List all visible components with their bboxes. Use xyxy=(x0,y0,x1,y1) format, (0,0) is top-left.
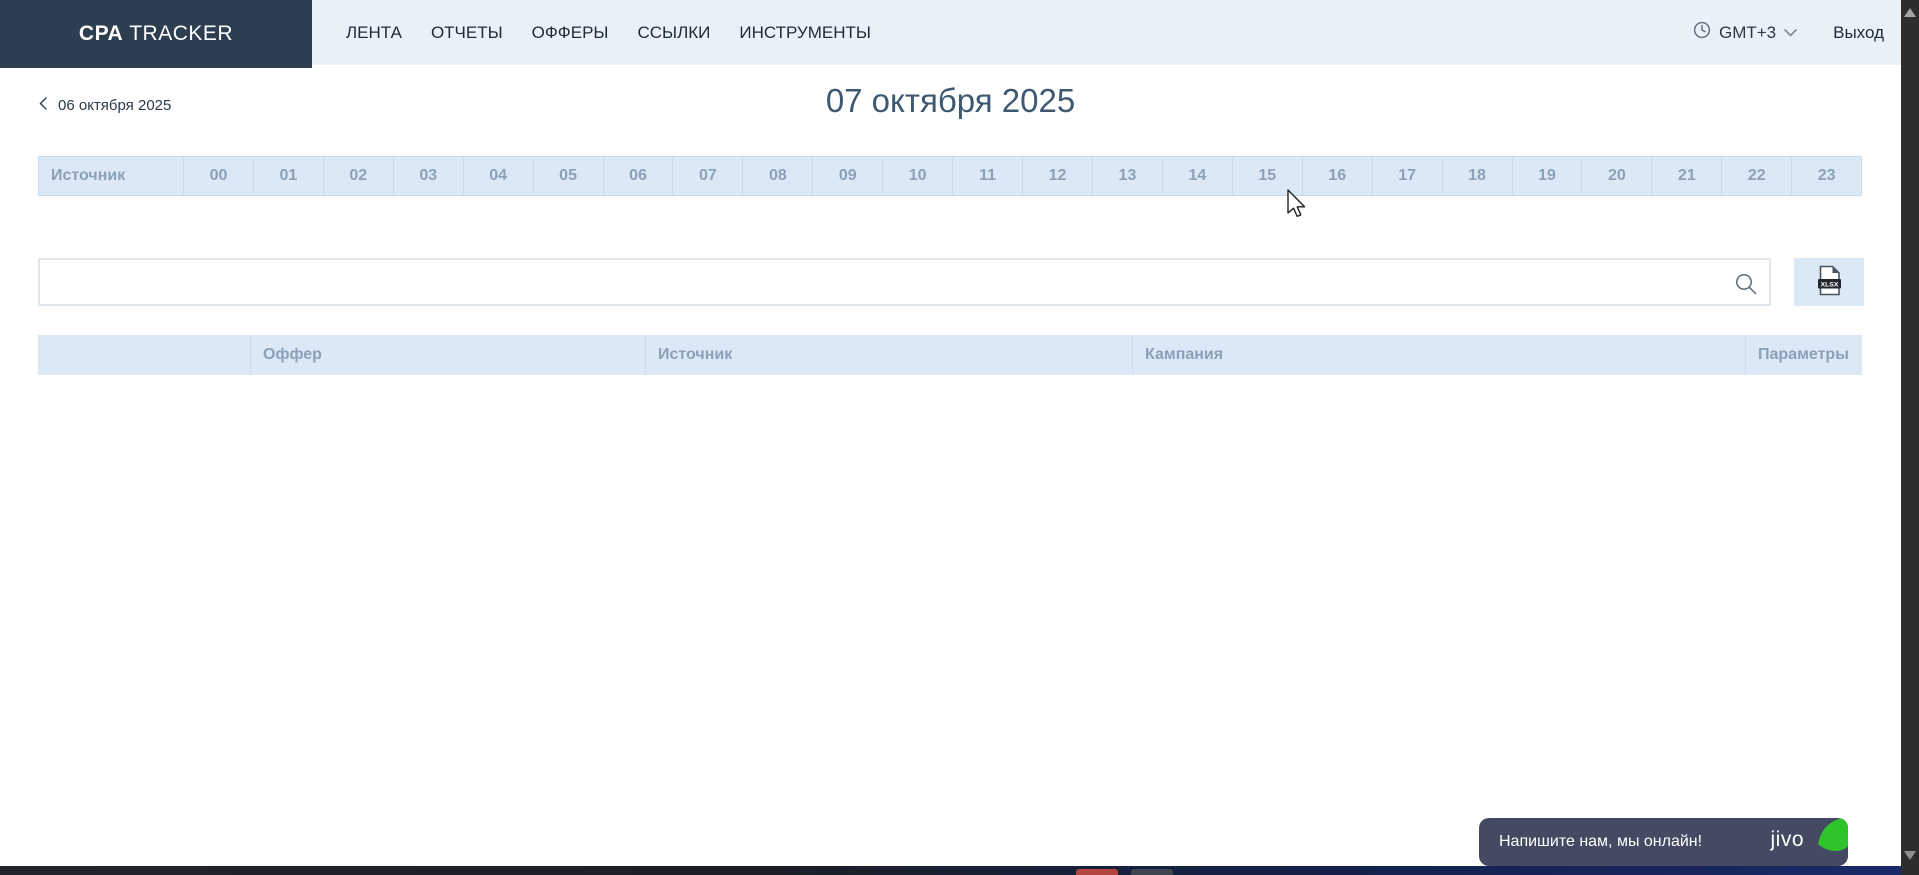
data-table-header: ОфферИсточникКампанияПараметры xyxy=(38,335,1862,375)
background-gray-button xyxy=(1131,869,1173,875)
menu-item[interactable]: ИНСТРУМЕНТЫ xyxy=(739,23,871,43)
background-red-button xyxy=(1076,869,1118,875)
hour-column-header[interactable]: 13 xyxy=(1092,157,1162,195)
hours-source-header: Источник xyxy=(39,157,183,195)
hour-column-header[interactable]: 17 xyxy=(1372,157,1442,195)
table-column-header[interactable]: Кампания xyxy=(1132,335,1745,375)
hour-column-header[interactable]: 03 xyxy=(393,157,463,195)
hour-column-header[interactable]: 09 xyxy=(812,157,882,195)
chat-message: Напишите нам, мы онлайн! xyxy=(1499,833,1702,851)
hour-column-header[interactable]: 05 xyxy=(533,157,603,195)
hour-column-header[interactable]: 21 xyxy=(1651,157,1721,195)
svg-text:XLSX: XLSX xyxy=(1820,281,1838,288)
chevron-down-icon xyxy=(1784,24,1797,42)
hour-column-header[interactable]: 15 xyxy=(1232,157,1302,195)
hour-column-header[interactable]: 00 xyxy=(183,157,253,195)
timezone-selector[interactable]: GMT+3 xyxy=(1693,21,1797,44)
timezone-label: GMT+3 xyxy=(1719,23,1776,43)
page-title: 07 октября 2025 xyxy=(0,82,1901,120)
hour-column-header[interactable]: 20 xyxy=(1581,157,1651,195)
hour-column-header[interactable]: 06 xyxy=(603,157,673,195)
search-box xyxy=(38,258,1771,306)
hour-column-header[interactable]: 19 xyxy=(1512,157,1582,195)
hour-column-header[interactable]: 08 xyxy=(742,157,812,195)
main-menu: ЛЕНТА ОТЧЕТЫ ОФФЕРЫ ССЫЛКИ ИНСТРУМЕНТЫ xyxy=(346,0,871,65)
table-column-header[interactable]: Оффер xyxy=(250,335,645,375)
table-column-header[interactable]: Источник xyxy=(645,335,1132,375)
search-icon[interactable] xyxy=(1733,271,1759,302)
hour-column-header[interactable]: 14 xyxy=(1162,157,1232,195)
hour-cells: 0001020304050607080910111213141516171819… xyxy=(183,157,1861,195)
leaf-icon xyxy=(1818,818,1848,858)
chat-widget[interactable]: Напишите нам, мы онлайн! jivo xyxy=(1479,818,1848,866)
menu-item[interactable]: ОФФЕРЫ xyxy=(532,23,609,43)
menu-item[interactable]: ССЫЛКИ xyxy=(637,23,710,43)
background-window-edge xyxy=(0,866,1919,875)
jivo-logo: jivo xyxy=(1770,828,1804,852)
table-column-header[interactable]: Параметры xyxy=(1745,335,1862,375)
menu-item[interactable]: ОТЧЕТЫ xyxy=(431,23,503,43)
app-logo-regular: TRACKER xyxy=(129,22,233,46)
hour-column-header[interactable]: 23 xyxy=(1791,157,1861,195)
menu-item[interactable]: ЛЕНТА xyxy=(346,23,402,43)
table-column-header[interactable] xyxy=(38,335,250,375)
vertical-scrollbar[interactable] xyxy=(1901,0,1919,875)
hour-column-header[interactable]: 22 xyxy=(1721,157,1791,195)
app-logo[interactable]: CPA TRACKER xyxy=(0,0,312,68)
hour-column-header[interactable]: 18 xyxy=(1442,157,1512,195)
xlsx-file-icon: XLSX xyxy=(1816,265,1843,299)
hour-column-header[interactable]: 02 xyxy=(323,157,393,195)
hour-column-header[interactable]: 10 xyxy=(882,157,952,195)
clock-icon xyxy=(1693,21,1711,44)
scroll-down-arrow-icon[interactable] xyxy=(1904,851,1916,860)
hours-table-header: Источник 0001020304050607080910111213141… xyxy=(38,156,1862,196)
scroll-up-arrow-icon[interactable] xyxy=(1904,8,1916,17)
hour-column-header[interactable]: 12 xyxy=(1022,157,1092,195)
hour-column-header[interactable]: 16 xyxy=(1302,157,1372,195)
logout-link[interactable]: Выход xyxy=(1833,23,1884,43)
nav-right-group: GMT+3 Выход xyxy=(1693,0,1884,65)
hour-column-header[interactable]: 01 xyxy=(253,157,323,195)
hour-column-header[interactable]: 04 xyxy=(463,157,533,195)
export-xlsx-button[interactable]: XLSX xyxy=(1794,258,1864,306)
app-logo-bold: CPA xyxy=(79,22,123,46)
hour-column-header[interactable]: 07 xyxy=(672,157,742,195)
search-input[interactable] xyxy=(40,260,1769,304)
hour-column-header[interactable]: 11 xyxy=(952,157,1022,195)
